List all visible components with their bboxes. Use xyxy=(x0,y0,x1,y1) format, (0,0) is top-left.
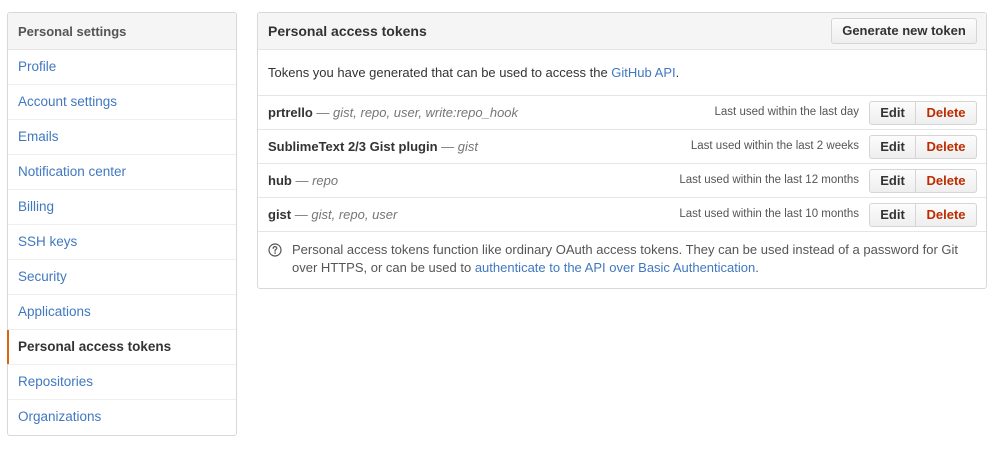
sidebar-item-personal-access-tokens[interactable]: Personal access tokens xyxy=(7,330,236,365)
tokens-panel: Personal access tokens Generate new toke… xyxy=(257,12,987,289)
sidebar-item-profile[interactable]: Profile xyxy=(8,50,236,85)
delete-token-button[interactable]: Delete xyxy=(916,135,977,159)
edit-token-button[interactable]: Edit xyxy=(869,169,916,193)
token-row: gist — gist, repo, user Last used within… xyxy=(258,198,986,232)
sidebar-item-account-settings[interactable]: Account settings xyxy=(8,85,236,120)
intro-text-body: Tokens you have generated that can be us… xyxy=(268,65,612,80)
sidebar-item-security[interactable]: Security xyxy=(8,260,236,295)
token-last-used: Last used within the last 12 months xyxy=(679,174,859,186)
token-actions: Edit Delete xyxy=(869,203,977,227)
sidebar-item-applications[interactable]: Applications xyxy=(8,295,236,330)
sidebar-item-emails[interactable]: Emails xyxy=(8,120,236,155)
token-scopes: gist, repo, user, write:repo_hook xyxy=(333,105,519,120)
github-api-link[interactable]: GitHub API xyxy=(611,65,675,80)
token-row: SublimeText 2/3 Gist plugin — gist Last … xyxy=(258,130,986,164)
token-name: SublimeText 2/3 Gist plugin xyxy=(268,139,438,154)
settings-sidebar: Personal settings Profile Account settin… xyxy=(7,12,237,436)
help-note: Personal access tokens function like ord… xyxy=(258,232,986,288)
token-scopes: gist xyxy=(457,139,478,154)
help-note-end: . xyxy=(755,260,759,275)
sidebar-header: Personal settings xyxy=(8,13,236,50)
token-actions: Edit Delete xyxy=(869,169,977,193)
token-last-used: Last used within the last day xyxy=(714,106,859,118)
delete-token-button[interactable]: Delete xyxy=(916,169,977,193)
token-actions: Edit Delete xyxy=(869,101,977,125)
token-name: gist xyxy=(268,207,292,222)
basic-auth-link[interactable]: authenticate to the API over Basic Authe… xyxy=(475,260,755,275)
token-actions: Edit Delete xyxy=(869,135,977,159)
token-row: hub — repo Last used within the last 12 … xyxy=(258,164,986,198)
edit-token-button[interactable]: Edit xyxy=(869,203,916,227)
token-row: prtrello — gist, repo, user, write:repo_… xyxy=(258,96,986,130)
edit-token-button[interactable]: Edit xyxy=(869,135,916,159)
intro-text-end: . xyxy=(675,65,680,80)
sidebar-item-notification-center[interactable]: Notification center xyxy=(8,155,236,190)
token-last-used: Last used within the last 10 months xyxy=(679,208,859,220)
panel-header: Personal access tokens Generate new toke… xyxy=(258,13,986,50)
edit-token-button[interactable]: Edit xyxy=(869,101,916,125)
token-separator: — xyxy=(441,139,455,154)
token-name: prtrello xyxy=(268,105,313,120)
delete-token-button[interactable]: Delete xyxy=(916,101,977,125)
token-scopes: repo xyxy=(312,173,339,188)
token-scopes: gist, repo, user xyxy=(311,207,398,222)
token-name: hub xyxy=(268,173,292,188)
sidebar-item-ssh-keys[interactable]: SSH keys xyxy=(8,225,236,260)
token-separator: — xyxy=(294,207,308,222)
token-separator: — xyxy=(295,173,309,188)
token-last-used: Last used within the last 2 weeks xyxy=(690,140,859,152)
token-separator: — xyxy=(316,105,330,120)
sidebar-item-organizations[interactable]: Organizations xyxy=(8,400,236,435)
sidebar-item-repositories[interactable]: Repositories xyxy=(8,365,236,400)
delete-token-button[interactable]: Delete xyxy=(916,203,977,227)
intro-text: Tokens you have generated that can be us… xyxy=(258,50,986,96)
sidebar-item-billing[interactable]: Billing xyxy=(8,190,236,225)
generate-new-token-button[interactable]: Generate new token xyxy=(831,18,977,44)
question-circle-icon xyxy=(268,243,282,257)
page-title: Personal access tokens xyxy=(268,23,427,39)
